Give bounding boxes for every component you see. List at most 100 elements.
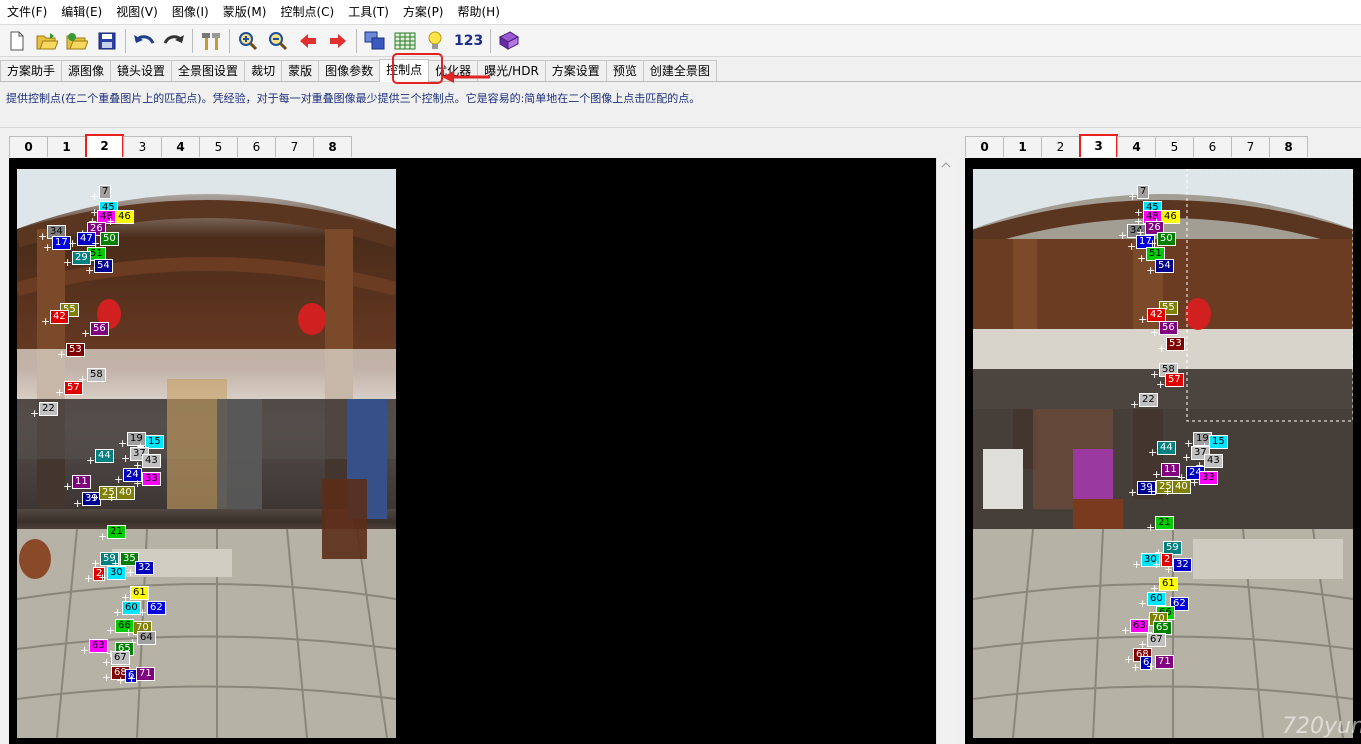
left-control-point-marker-icon[interactable]: + bbox=[80, 645, 89, 656]
right-panorama-photo[interactable]: 7+45+48+46+34+26+17+50+51+54+55+42+56+53… bbox=[973, 169, 1353, 738]
menu-item-7[interactable]: 方案(P) bbox=[396, 0, 451, 24]
right-control-point-marker-icon[interactable]: + bbox=[1146, 265, 1155, 276]
left-control-point-marker-icon[interactable]: + bbox=[73, 498, 82, 509]
right-image-tab-2[interactable]: 2 bbox=[1041, 136, 1080, 157]
open-folder-icon[interactable] bbox=[34, 28, 60, 54]
arrow-right-icon[interactable] bbox=[325, 28, 351, 54]
right-control-point-label[interactable]: 42 bbox=[1147, 308, 1166, 322]
left-control-point-label[interactable]: 56 bbox=[90, 322, 109, 336]
tab-7[interactable]: 控制点 bbox=[379, 59, 430, 82]
right-image-tab-4[interactable]: 4 bbox=[1117, 136, 1156, 157]
tab-0[interactable]: 方案助手 bbox=[0, 60, 63, 81]
new-file-icon[interactable] bbox=[4, 28, 30, 54]
tab-3[interactable]: 全景图设置 bbox=[171, 60, 246, 81]
right-control-point-marker-icon[interactable]: + bbox=[1146, 661, 1155, 672]
tools-icon[interactable] bbox=[198, 28, 224, 54]
right-control-point-label[interactable]: 22 bbox=[1139, 393, 1158, 407]
right-control-point-marker-icon[interactable]: + bbox=[1131, 662, 1140, 673]
left-control-point-marker-icon[interactable]: + bbox=[116, 675, 125, 686]
left-control-point-marker-icon[interactable]: + bbox=[30, 408, 39, 419]
right-image-tab-3[interactable]: 3 bbox=[1079, 134, 1118, 157]
menu-item-1[interactable]: 编辑(E) bbox=[54, 0, 109, 24]
left-control-point-label[interactable]: 71 bbox=[136, 667, 155, 681]
left-control-point-marker-icon[interactable]: + bbox=[113, 607, 122, 618]
zoom-out-icon[interactable] bbox=[265, 28, 291, 54]
left-control-point-label[interactable]: 58 bbox=[87, 368, 106, 382]
open-recent-icon[interactable] bbox=[64, 28, 90, 54]
left-control-point-label[interactable]: 22 bbox=[39, 402, 58, 416]
right-control-point-label[interactable]: 67 bbox=[1147, 633, 1166, 647]
zoom-in-icon[interactable] bbox=[235, 28, 261, 54]
right-control-point-label[interactable]: 15 bbox=[1209, 435, 1228, 449]
right-image-tab-7[interactable]: 7 bbox=[1231, 136, 1270, 157]
left-image-tab-0[interactable]: 0 bbox=[9, 136, 48, 157]
left-control-point-marker-icon[interactable]: + bbox=[98, 531, 107, 542]
left-control-point-marker-icon[interactable]: + bbox=[90, 191, 99, 202]
right-control-point-label[interactable]: 57 bbox=[1165, 373, 1184, 387]
right-control-point-label[interactable]: 40 bbox=[1172, 480, 1191, 494]
menu-item-3[interactable]: 图像(I) bbox=[165, 0, 216, 24]
right-control-point-label[interactable]: 54 bbox=[1155, 259, 1174, 273]
preview-windows-icon[interactable] bbox=[362, 28, 388, 54]
left-control-point-marker-icon[interactable]: + bbox=[84, 573, 93, 584]
tab-12[interactable]: 创建全景图 bbox=[642, 60, 717, 81]
left-image-panel[interactable]: 7+45+48+46+26+34+17+47+50+51+29+54+55+42… bbox=[9, 158, 936, 744]
left-control-point-label[interactable]: 50 bbox=[100, 232, 119, 246]
right-control-point-marker-icon[interactable]: + bbox=[1163, 486, 1172, 497]
left-image-tab-5[interactable]: 5 bbox=[199, 136, 238, 157]
left-control-point-marker-icon[interactable]: + bbox=[90, 492, 99, 503]
right-control-point-marker-icon[interactable]: + bbox=[1157, 343, 1166, 354]
left-control-point-marker-icon[interactable]: + bbox=[106, 625, 115, 636]
right-control-point-label[interactable]: 46 bbox=[1161, 210, 1180, 224]
right-control-point-label[interactable]: 43 bbox=[1204, 454, 1223, 468]
left-control-point-label[interactable]: 33 bbox=[142, 472, 161, 486]
left-control-point-marker-icon[interactable]: + bbox=[63, 257, 72, 268]
menu-item-2[interactable]: 视图(V) bbox=[109, 0, 165, 24]
tab-11[interactable]: 预览 bbox=[605, 60, 644, 81]
left-image-tab-1[interactable]: 1 bbox=[47, 136, 86, 157]
right-control-point-label[interactable]: 56 bbox=[1159, 321, 1178, 335]
right-control-point-marker-icon[interactable]: + bbox=[1164, 564, 1173, 575]
left-control-point-marker-icon[interactable]: + bbox=[63, 481, 72, 492]
left-control-point-label[interactable]: 42 bbox=[50, 310, 69, 324]
tab-4[interactable]: 裁切 bbox=[244, 60, 283, 81]
right-control-point-marker-icon[interactable]: + bbox=[1146, 522, 1155, 533]
left-control-point-label[interactable]: 61 bbox=[130, 586, 149, 600]
undo-icon[interactable] bbox=[131, 28, 157, 54]
tab-10[interactable]: 方案设置 bbox=[544, 60, 607, 81]
left-control-point-label[interactable]: 32 bbox=[135, 561, 154, 575]
tab-2[interactable]: 镜头设置 bbox=[110, 60, 173, 81]
left-control-point-marker-icon[interactable]: + bbox=[86, 455, 95, 466]
left-control-point-label[interactable]: 46 bbox=[115, 210, 134, 224]
left-control-point-marker-icon[interactable]: + bbox=[102, 672, 111, 683]
left-control-point-marker-icon[interactable]: + bbox=[57, 349, 66, 360]
left-control-point-marker-icon[interactable]: + bbox=[102, 657, 111, 668]
right-control-point-label[interactable]: 33 bbox=[1199, 471, 1218, 485]
right-image-tab-0[interactable]: 0 bbox=[965, 136, 1004, 157]
save-icon[interactable] bbox=[94, 28, 120, 54]
right-image-tab-1[interactable]: 1 bbox=[1003, 136, 1042, 157]
left-image-tab-3[interactable]: 3 bbox=[123, 136, 162, 157]
left-image-tab-2[interactable]: 2 bbox=[85, 134, 124, 157]
left-control-point-marker-icon[interactable]: + bbox=[118, 438, 127, 449]
arrow-left-icon[interactable] bbox=[295, 28, 321, 54]
left-control-point-label[interactable]: 40 bbox=[116, 486, 135, 500]
left-control-point-marker-icon[interactable]: + bbox=[41, 316, 50, 327]
table-icon[interactable] bbox=[392, 28, 418, 54]
right-control-point-marker-icon[interactable]: + bbox=[1132, 559, 1141, 570]
left-control-point-marker-icon[interactable]: + bbox=[98, 572, 107, 583]
redo-icon[interactable] bbox=[161, 28, 187, 54]
left-control-point-label[interactable]: 44 bbox=[95, 449, 114, 463]
left-image-tab-7[interactable]: 7 bbox=[275, 136, 314, 157]
left-panorama-photo[interactable]: 7+45+48+46+26+34+17+47+50+51+29+54+55+42… bbox=[17, 169, 396, 738]
right-control-point-marker-icon[interactable]: + bbox=[1156, 379, 1165, 390]
right-image-tab-5[interactable]: 5 bbox=[1155, 136, 1194, 157]
right-control-point-label[interactable]: 53 bbox=[1166, 337, 1185, 351]
left-control-point-label[interactable]: 63 bbox=[89, 639, 108, 653]
left-image-tab-6[interactable]: 6 bbox=[237, 136, 276, 157]
right-control-point-label[interactable]: 32 bbox=[1173, 558, 1192, 572]
left-image-tab-8[interactable]: 8 bbox=[313, 136, 352, 157]
left-control-point-label[interactable]: 64 bbox=[137, 631, 156, 645]
right-control-point-label[interactable]: 71 bbox=[1155, 655, 1174, 669]
right-control-point-marker-icon[interactable]: + bbox=[1121, 625, 1130, 636]
